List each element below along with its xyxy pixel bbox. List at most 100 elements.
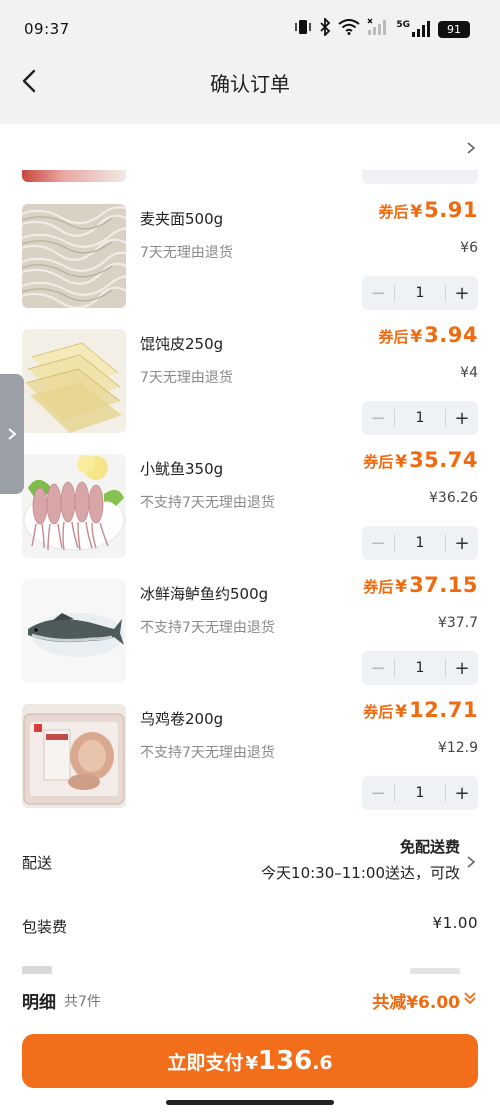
product-name: 馄饨皮250g	[140, 335, 224, 353]
price-value: 3.94	[424, 323, 478, 347]
coupon-price: 券后 ¥ 5.91	[378, 198, 478, 222]
quantity-value[interactable]: 1	[395, 410, 445, 426]
bluetooth-icon	[319, 16, 331, 40]
quantity-value[interactable]: 1	[395, 535, 445, 551]
battery-icon: 91	[438, 20, 470, 38]
signal-weak-icon	[367, 18, 389, 40]
quantity-stepper: − 1 +	[362, 651, 478, 685]
cart-item: 小鱿鱼350g 不支持7天无理由退货 券后 ¥ 35.74 ¥36.26 − 1…	[0, 448, 500, 579]
page-title: 确认订单	[210, 72, 290, 96]
delivery-label: 配送	[22, 854, 53, 872]
wifi-icon	[338, 19, 360, 39]
product-image[interactable]	[22, 454, 126, 558]
pay-amount-decimal: .6	[312, 1052, 333, 1074]
delivery-time: 今天10:30–11:00送达，可改	[261, 864, 460, 882]
quantity-stepper: − 1 +	[362, 526, 478, 560]
coupon-label: 券后	[363, 578, 394, 596]
product-image[interactable]	[22, 329, 126, 433]
partial-label	[22, 966, 52, 974]
network-label: 5G	[396, 20, 410, 30]
cart-item: 乌鸡卷200g 不支持7天无理由退货 券后 ¥ 12.71 ¥12.9 − 1 …	[0, 698, 500, 829]
item-count: 共7件	[64, 994, 101, 1010]
chevron-right-icon[interactable]	[466, 140, 476, 159]
decrease-button[interactable]: −	[362, 401, 394, 435]
return-policy: 不支持7天无理由退货	[140, 745, 275, 761]
quantity-stepper: − 1 +	[362, 401, 478, 435]
signal-5g-icon: 5G	[396, 20, 431, 38]
coupon-label: 券后	[363, 453, 394, 471]
price-value: 5.91	[424, 198, 478, 222]
increase-button[interactable]: +	[446, 776, 478, 810]
return-policy: 不支持7天无理由退货	[140, 495, 275, 511]
product-image[interactable]	[22, 704, 126, 808]
original-price: ¥6	[460, 240, 478, 256]
quantity-stepper: − 1 +	[362, 276, 478, 310]
product-name: 麦夹面500g	[140, 210, 224, 228]
summary-label: 明细	[22, 993, 56, 1013]
status-time: 09:37	[24, 20, 70, 38]
nav-bar: 确认订单	[0, 56, 500, 124]
order-summary[interactable]: 明细 共7件 共减¥6.00	[0, 974, 500, 1026]
price-value: 37.15	[409, 573, 478, 597]
pay-now-button[interactable]: 立即支付 ¥ 136 .6	[22, 1034, 478, 1088]
increase-button[interactable]: +	[446, 276, 478, 310]
discount-amount: 共减¥6.00	[372, 993, 460, 1013]
currency-symbol: ¥	[395, 577, 408, 597]
increase-button[interactable]: +	[446, 401, 478, 435]
partial-stepper	[362, 170, 478, 184]
return-policy: 7天无理由退货	[140, 370, 233, 386]
pay-currency: ¥	[245, 1053, 258, 1074]
quantity-value[interactable]: 1	[395, 785, 445, 801]
price-value: 35.74	[409, 448, 478, 472]
coupon-label: 券后	[378, 203, 409, 221]
coupon-price: 券后 ¥ 37.15	[363, 573, 478, 597]
coupon-price: 券后 ¥ 12.71	[363, 698, 478, 722]
product-image[interactable]	[22, 579, 126, 683]
decrease-button[interactable]: −	[362, 776, 394, 810]
partial-row	[0, 966, 500, 974]
return-policy: 7天无理由退货	[140, 245, 233, 261]
double-chevron-down-icon	[462, 990, 478, 1011]
status-icons: 5G 91	[294, 16, 470, 40]
coupon-label: 券后	[363, 703, 394, 721]
home-indicator[interactable]	[166, 1100, 334, 1105]
quantity-value[interactable]: 1	[395, 285, 445, 301]
decrease-button[interactable]: −	[362, 526, 394, 560]
chevron-right-icon	[8, 428, 17, 440]
packing-label: 包装费	[22, 918, 68, 936]
packing-fee-row: 包装费 ¥1.00	[0, 910, 500, 950]
decrease-button[interactable]: −	[362, 276, 394, 310]
product-name: 乌鸡卷200g	[140, 710, 224, 728]
vibrate-icon	[294, 19, 312, 39]
partial-product-image	[22, 170, 126, 182]
delivery-row[interactable]: 配送 免配送费 今天10:30–11:00送达，可改	[0, 824, 500, 894]
return-policy: 不支持7天无理由退货	[140, 620, 275, 636]
product-image[interactable]	[22, 204, 126, 308]
quantity-value[interactable]: 1	[395, 660, 445, 676]
pay-label: 立即支付	[167, 1052, 244, 1074]
chevron-right-icon	[466, 854, 476, 873]
increase-button[interactable]: +	[446, 651, 478, 685]
currency-symbol: ¥	[395, 452, 408, 472]
side-panel-tab[interactable]	[0, 374, 24, 494]
decrease-button[interactable]: −	[362, 651, 394, 685]
status-bar: 09:37 5G 91	[0, 0, 500, 56]
currency-symbol: ¥	[395, 702, 408, 722]
product-name: 冰鲜海鲈鱼约500g	[140, 585, 269, 603]
increase-button[interactable]: +	[446, 526, 478, 560]
delivery-fee: 免配送费	[399, 838, 460, 856]
price-value: 12.71	[409, 698, 478, 722]
coupon-price: 券后 ¥ 3.94	[378, 323, 478, 347]
coupon-label: 券后	[378, 328, 409, 346]
cart-item: 麦夹面500g 7天无理由退货 券后 ¥ 5.91 ¥6 − 1 +	[0, 198, 500, 329]
cart-item: 冰鲜海鲈鱼约500g 不支持7天无理由退货 券后 ¥ 37.15 ¥37.7 −…	[0, 573, 500, 704]
discount-total[interactable]: 共减¥6.00	[372, 988, 478, 1013]
quantity-stepper: − 1 +	[362, 776, 478, 810]
coupon-price: 券后 ¥ 35.74	[363, 448, 478, 472]
product-name: 小鱿鱼350g	[140, 460, 224, 478]
order-content[interactable]: 麦夹面500g 7天无理由退货 券后 ¥ 5.91 ¥6 − 1 + 馄饨皮25…	[0, 124, 500, 974]
original-price: ¥37.7	[437, 615, 478, 631]
original-price: ¥4	[460, 365, 478, 381]
currency-symbol: ¥	[410, 327, 423, 347]
pay-amount: 136	[257, 1046, 313, 1076]
